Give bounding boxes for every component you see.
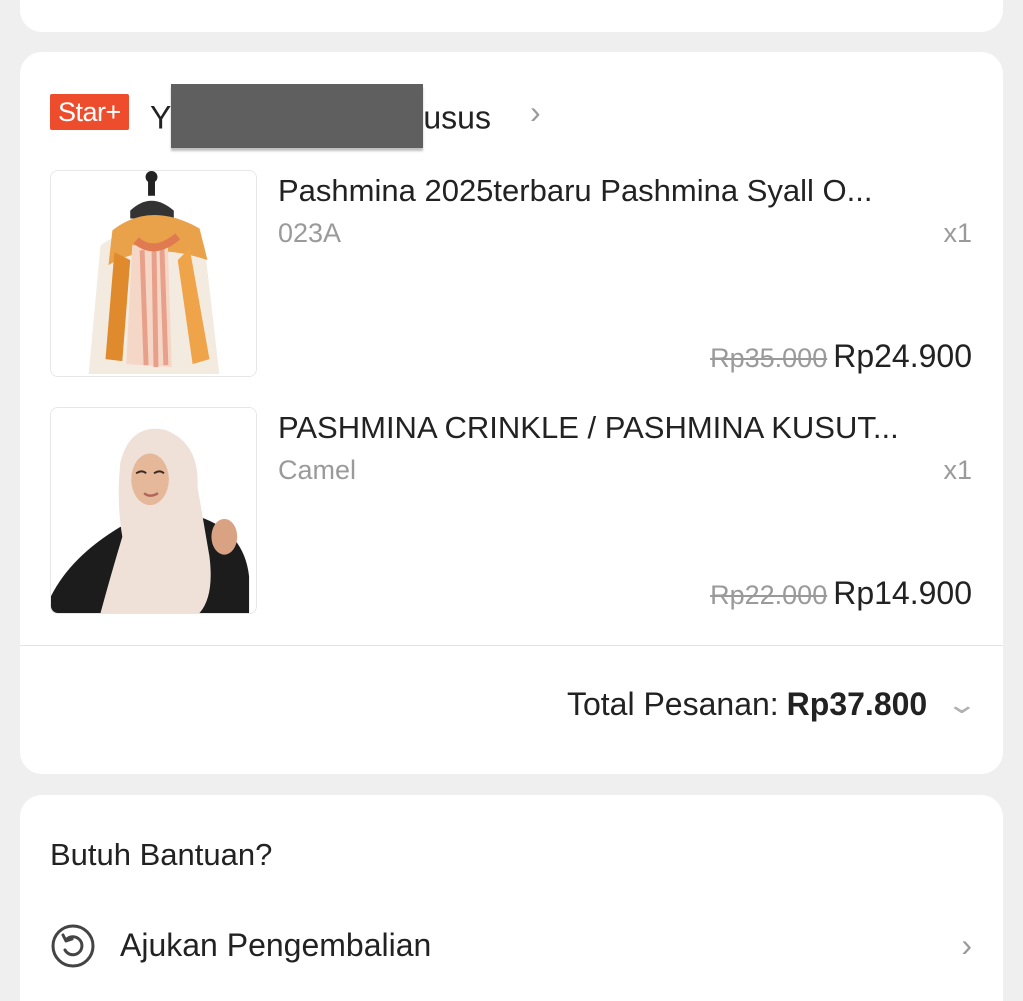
return-icon — [51, 924, 95, 968]
product-quantity: x1 — [943, 455, 972, 485]
product-title: Pashmina 2025terbaru Pashmina Syall O... — [278, 173, 873, 208]
help-card: Butuh Bantuan? Ajukan Pengembalian › — [20, 795, 1003, 1001]
help-title: Butuh Bantuan? — [50, 837, 273, 872]
order-item[interactable]: PASHMINA CRINKLE / PASHMINA KUSUT... Cam… — [50, 407, 972, 617]
return-request-label: Ajukan Pengembalian — [120, 927, 432, 963]
original-price: Rp35.000 — [710, 343, 828, 373]
star-plus-badge: Star+ — [50, 94, 129, 130]
product-variant: 023A — [278, 218, 342, 248]
shop-name: Yusus — [150, 84, 491, 148]
total-label: Total Pesanan: — [566, 686, 779, 722]
woman-in-hijab-image — [51, 408, 256, 613]
original-price: Rp22.000 — [710, 580, 828, 610]
redaction-block — [171, 84, 424, 148]
product-title: PASHMINA CRINKLE / PASHMINA KUSUT... — [278, 410, 899, 445]
product-image — [50, 407, 257, 614]
product-image — [50, 170, 257, 377]
final-price: Rp24.900 — [833, 338, 972, 374]
final-price: Rp14.900 — [833, 575, 972, 611]
chevron-right-icon: › — [961, 927, 972, 963]
scarf-on-mannequin-image — [51, 171, 256, 376]
previous-section-card — [20, 0, 1003, 32]
product-quantity: x1 — [943, 218, 972, 248]
shop-name-suffix: usus — [423, 99, 491, 136]
total-value: Rp37.800 — [786, 686, 928, 722]
shop-header[interactable]: Star+ Yusus › — [50, 84, 570, 148]
chevron-right-icon: › — [530, 94, 541, 130]
chevron-down-icon[interactable]: ⌄ — [946, 684, 979, 724]
order-total-row[interactable]: Total Pesanan: Rp37.800 ⌄ — [566, 684, 978, 724]
price-row: Rp22.000 Rp14.900 — [710, 575, 972, 612]
order-item[interactable]: Pashmina 2025terbaru Pashmina Syall O...… — [50, 170, 972, 380]
price-row: Rp35.000 Rp24.900 — [710, 338, 972, 375]
shop-name-prefix: Y — [150, 99, 172, 136]
product-variant: Camel — [278, 455, 357, 485]
return-request-item[interactable]: Ajukan Pengembalian › — [50, 921, 972, 969]
order-card: Star+ Yusus › Pashmina 2025terbaru Pashm… — [20, 52, 1003, 774]
divider — [20, 645, 1003, 646]
